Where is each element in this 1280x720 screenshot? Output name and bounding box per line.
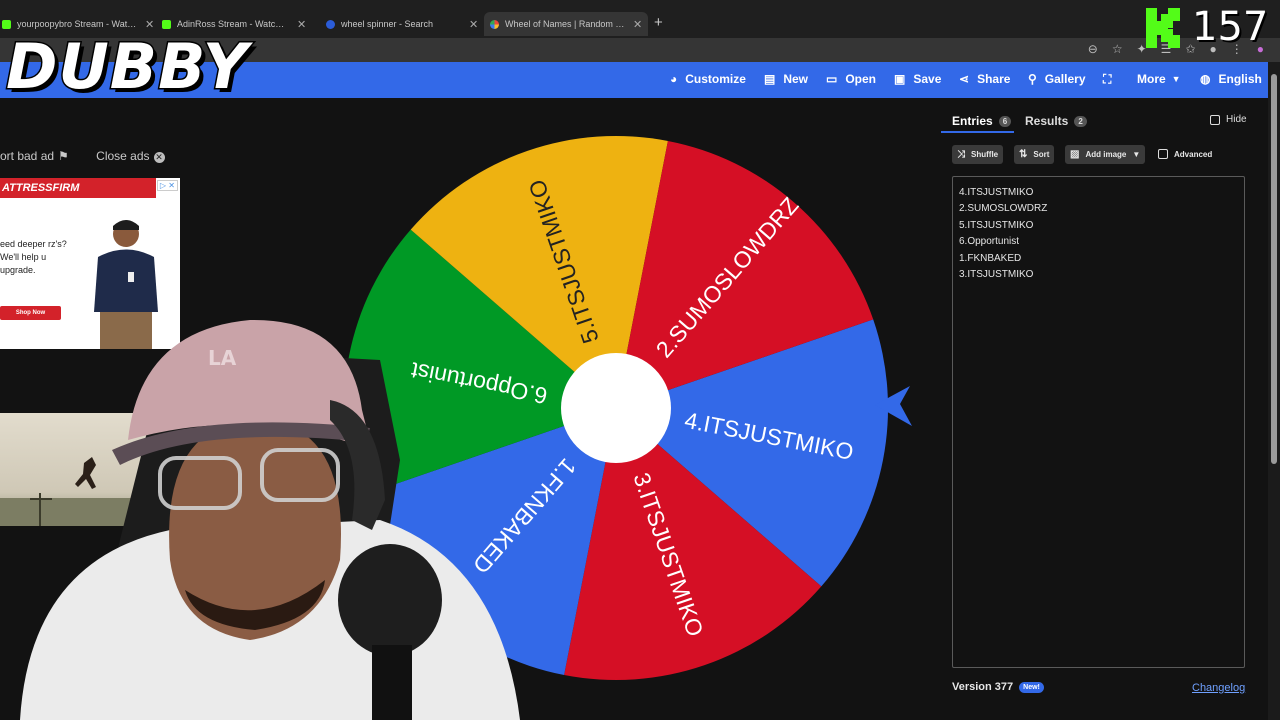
shuffle-icon: ⤨ xyxy=(957,149,965,160)
sort-button[interactable]: ⇅ Sort xyxy=(1014,145,1055,164)
sort-label: Sort xyxy=(1033,150,1050,159)
wheel-center-button[interactable] xyxy=(561,353,671,463)
chevron-down-icon: ▼ xyxy=(1132,150,1141,159)
tab-entries-label: Entries xyxy=(952,114,993,128)
entry-line: 2.SUMOSLOWDRZ xyxy=(959,203,1048,215)
entries-textarea[interactable]: 4.ITSJUSTMIKO 2.SUMOSLOWDRZ 5.ITSJUSTMIK… xyxy=(952,176,1245,668)
entry-line: 4.ITSJUSTMIKO xyxy=(959,187,1034,198)
results-count-badge: 2 xyxy=(1074,115,1087,127)
tab-results[interactable]: Results 2 xyxy=(1025,114,1087,128)
tab-entries[interactable]: Entries 6 xyxy=(952,114,1012,128)
shuffle-label: Shuffle xyxy=(971,150,999,159)
image-icon: ▨ xyxy=(1070,149,1080,160)
hide-checkbox[interactable]: Hide xyxy=(1210,114,1247,125)
sort-icon: ⇅ xyxy=(1019,149,1028,160)
entry-line: 6.Opportunist xyxy=(959,236,1020,248)
svg-text:LA: LA xyxy=(208,346,237,370)
screen: yourpoopybro Stream - Watch Liv ✕ AdinRo… xyxy=(0,0,1280,720)
kick-logo-icon xyxy=(1146,8,1180,48)
entries-count-badge: 6 xyxy=(998,115,1012,127)
entry-line: 1.FKNBAKED xyxy=(959,252,1022,264)
new-badge: New! xyxy=(1019,681,1044,693)
entry-line: 5.ITSJUSTMIKO xyxy=(959,219,1034,231)
checkbox-icon[interactable] xyxy=(1210,114,1220,125)
advanced-label: Advanced xyxy=(1174,149,1213,159)
entry-line: 3.ITSJUSTMIKO xyxy=(959,269,1034,281)
streamer-name-overlay: DUBBY xyxy=(5,29,250,105)
active-tab-indicator xyxy=(941,131,1014,133)
webcam-overlay: LA xyxy=(20,319,520,720)
checkbox-icon[interactable] xyxy=(1158,149,1168,159)
viewer-count: 157 xyxy=(1192,4,1269,50)
tab-results-label: Results xyxy=(1025,114,1069,128)
hide-label: Hide xyxy=(1226,114,1247,125)
version-info: Version 377 New! xyxy=(952,681,1044,693)
shuffle-button[interactable]: ⤨ Shuffle xyxy=(952,145,1004,164)
add-image-button[interactable]: ▨ Add image ▼ xyxy=(1065,145,1146,164)
add-image-label: Add image xyxy=(1085,150,1127,159)
changelog-link[interactable]: Changelog xyxy=(1192,682,1245,694)
advanced-checkbox[interactable]: Advanced xyxy=(1158,149,1212,159)
version-label: Version 377 xyxy=(952,681,1014,693)
